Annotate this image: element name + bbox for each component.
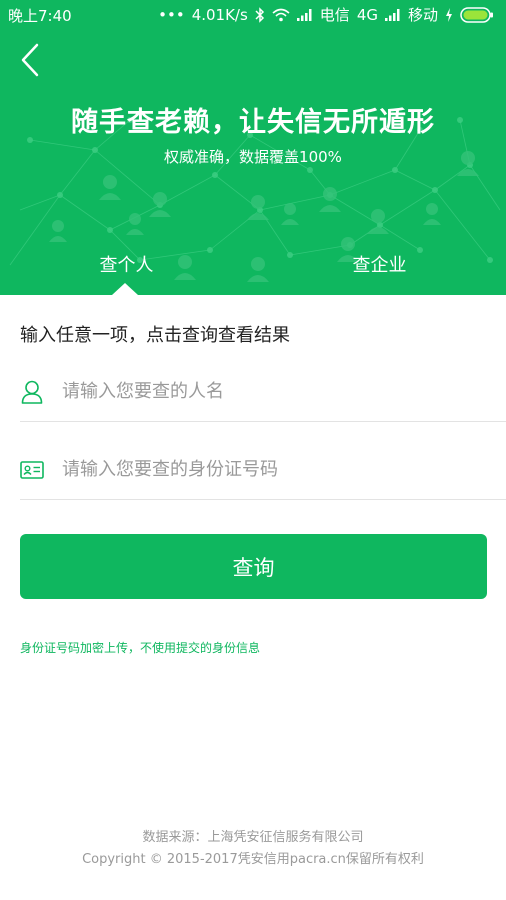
bluetooth-icon [255,7,265,23]
search-type-tabs: 查个人 查企业 [0,248,506,295]
person-icon [20,380,44,404]
query-button[interactable]: 查询 [20,534,487,599]
form-instruction: 输入任意一项，点击查询查看结果 [20,325,290,346]
name-input[interactable] [62,381,462,402]
privacy-note: 身份证号码加密上传，不使用提交的身份信息 [20,641,261,655]
network-speed: 4.01K/s [191,6,248,24]
signal-icon [384,9,401,21]
carrier-1: 电信 [319,6,350,24]
back-button[interactable] [12,40,48,80]
battery-icon [460,7,494,23]
page-title: 随手查老赖，让失信无所遁形 [71,107,435,138]
chevron-left-icon [21,43,39,77]
copyright-text: Copyright © 2015-2017凭安信用pacra.cn保留所有权利 [82,852,424,867]
hero-header: 晚上7:40 ••• 4.01K/s 电信 4G 移动 随手查老赖，让失信无所遁… [0,0,506,295]
page-subtitle: 权威准确，数据覆盖100% [164,148,342,166]
id-number-input[interactable] [62,459,462,480]
signal-icon [296,9,313,21]
wifi-icon [272,8,290,22]
data-source-text: 数据来源：上海凭安征信服务有限公司 [142,830,364,845]
network-type: 4G [356,6,378,24]
screen: 晚上7:40 ••• 4.01K/s 电信 4G 移动 随手查老赖，让失信无所遁… [0,0,506,900]
carrier-2: 移动 [407,6,438,24]
status-bar: 晚上7:40 ••• 4.01K/s 电信 4G 移动 [0,0,506,30]
id-number-field[interactable] [20,440,506,500]
active-tab-indicator [112,283,138,295]
tab-company[interactable]: 查企业 [253,248,506,295]
name-field[interactable] [20,362,506,422]
charging-icon [445,8,453,22]
id-card-icon [20,458,44,482]
status-time: 晚上7:40 [8,6,72,25]
status-dots: ••• [158,6,185,24]
